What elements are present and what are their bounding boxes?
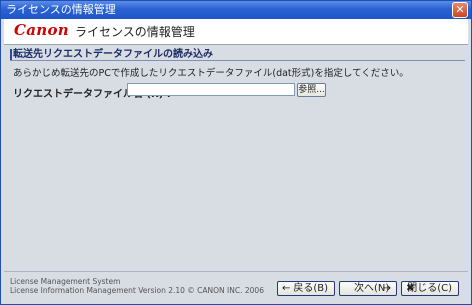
window-close-button[interactable]: ✕ <box>452 2 468 18</box>
footer-line-1: License Management System <box>10 277 121 286</box>
header-divider <box>4 44 468 45</box>
footer-line-2: License Information Management Version 2… <box>10 286 264 295</box>
back-button[interactable]: ← 戻る(B) <box>277 281 335 296</box>
browse-button[interactable]: 参照... <box>297 83 326 97</box>
close-button-label: 閉じる(C) <box>407 283 452 294</box>
header-title: ライセンスの情報管理 <box>75 25 195 39</box>
window-title: ライセンスの情報管理 <box>6 3 116 16</box>
canon-logo: Canon <box>14 21 69 39</box>
footer-divider <box>4 271 468 272</box>
back-button-label: 戻る(B) <box>293 283 328 294</box>
next-button[interactable]: 次へ(N) → <box>339 281 397 296</box>
title-bar[interactable]: ライセンスの情報管理 ✕ <box>1 1 471 19</box>
request-file-input[interactable] <box>127 83 295 96</box>
close-button[interactable]: ✖ 閉じる(C) <box>401 281 459 296</box>
section-description: あらかじめ転送先のPCで作成したリクエストデータファイル(dat形式)を指定して… <box>13 68 409 79</box>
license-window: ライセンスの情報管理 ✕ Canon ライセンスの情報管理 転送先リクエストデー… <box>0 0 472 305</box>
arrow-left-icon: ← <box>282 283 291 294</box>
header-banner: Canon ライセンスの情報管理 <box>4 19 468 44</box>
arrow-right-icon: → <box>382 283 391 294</box>
section-title: 転送先リクエストデータファイルの読み込み <box>10 48 465 61</box>
footer-info: License Management System License Inform… <box>10 277 264 295</box>
